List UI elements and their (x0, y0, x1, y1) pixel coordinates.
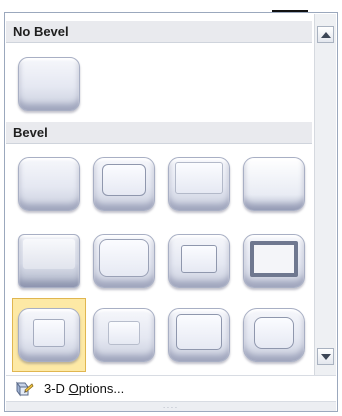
bevel-swatch-convex (168, 234, 230, 288)
triangle-down-icon (320, 353, 331, 360)
bevel-option-angle[interactable] (12, 224, 86, 298)
bevel-swatch-relaxed-inset (93, 157, 155, 211)
bevel-option-cool-slant[interactable] (237, 147, 311, 221)
bevel-option-divot[interactable] (12, 298, 86, 372)
3d-options-label: 3-D Options... (44, 381, 125, 396)
scroll-down-button[interactable] (317, 348, 334, 365)
3d-options-menu-item[interactable]: 3-D Options... (6, 375, 336, 401)
bevel-option-slope[interactable] (237, 224, 311, 298)
bevel-option-art-deco[interactable] (237, 298, 311, 372)
no-bevel-option[interactable] (12, 47, 86, 121)
bevel-option-cross[interactable] (162, 147, 236, 221)
bevel-option-soft-round[interactable] (87, 224, 161, 298)
bevel-swatch-circle (18, 157, 80, 211)
gallery-scrollbar[interactable] (314, 14, 336, 376)
bevel-swatch-art-deco (243, 308, 305, 362)
bevel-swatch-hard-edge (168, 308, 230, 362)
bevel-swatch-slope (243, 234, 305, 288)
bevel-option-circle[interactable] (12, 147, 86, 221)
bevel-option-relaxed-inset[interactable] (87, 147, 161, 221)
bevel-swatch-riblet (93, 308, 155, 362)
bevel-swatch-cool-slant (243, 157, 305, 211)
section-header-no-bevel: No Bevel (6, 21, 312, 43)
bevel-option-hard-edge[interactable] (162, 298, 236, 372)
scroll-up-button[interactable] (317, 26, 334, 43)
3d-options-icon (16, 381, 34, 396)
bevel-swatch-angle (18, 234, 80, 288)
bevel-option-riblet[interactable] (87, 298, 161, 372)
resize-grip-dots: .... (163, 403, 179, 410)
triangle-up-icon (320, 31, 331, 38)
bevel-option-convex[interactable] (162, 224, 236, 298)
resize-grip[interactable]: .... (6, 401, 336, 411)
bevel-swatch-divot (18, 308, 80, 362)
section-header-bevel: Bevel (6, 122, 312, 144)
no-bevel-swatch (18, 57, 80, 111)
bevel-swatch-cross (168, 157, 230, 211)
bevel-swatch-soft-round (93, 234, 155, 288)
bevel-gallery: No Bevel Bevel 3-D Options... .... (4, 12, 338, 412)
